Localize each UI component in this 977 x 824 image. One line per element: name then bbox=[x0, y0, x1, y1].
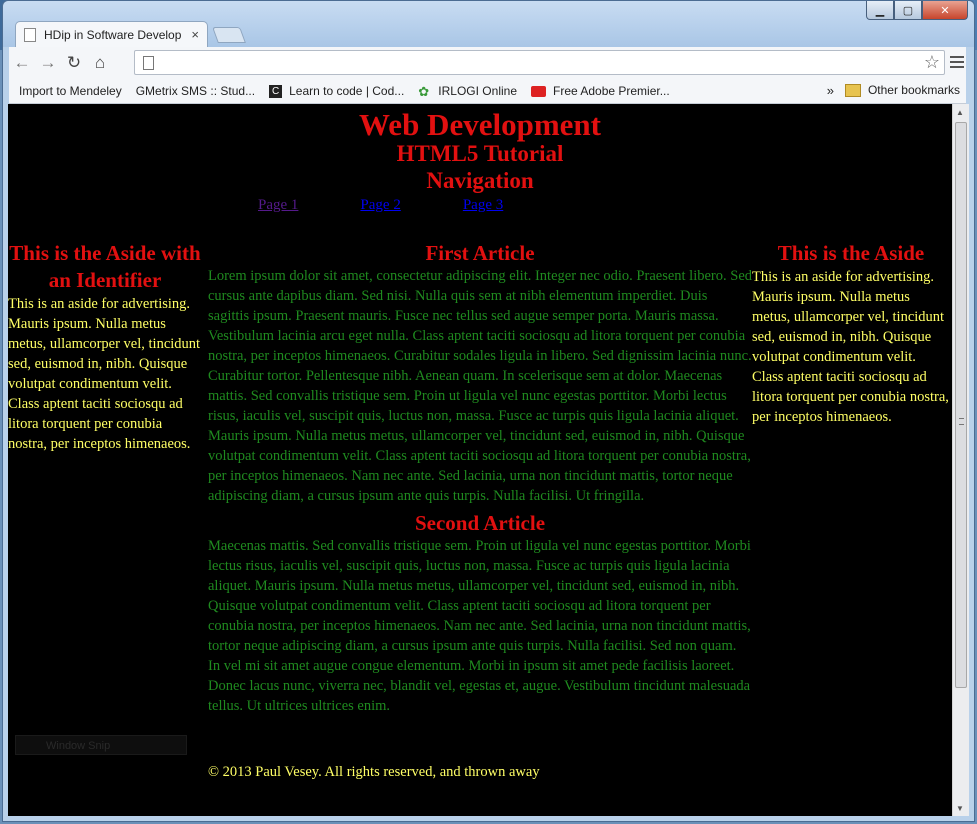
bookmark-label: GMetrix SMS :: Stud... bbox=[135, 84, 256, 98]
aside-left-text: This is an aside for advertising. Mauris… bbox=[8, 296, 201, 452]
browser-tab[interactable]: HDip in Software Develop × bbox=[15, 21, 208, 47]
back-arrow-icon[interactable]: ← bbox=[9, 53, 35, 73]
page-icon bbox=[24, 27, 36, 42]
first-article-title: First Article bbox=[425, 241, 535, 265]
second-article-text: Maecenas mattis. Sed convallis tristique… bbox=[208, 538, 751, 714]
bookmarks-overflow-icon[interactable]: » bbox=[827, 83, 834, 98]
tab-title: HDip in Software Develop bbox=[44, 27, 182, 42]
nav-heading: Navigation bbox=[426, 168, 534, 193]
menu-icon[interactable] bbox=[950, 53, 964, 71]
folder-icon bbox=[844, 83, 861, 97]
scroll-up-icon[interactable]: ▲ bbox=[956, 108, 964, 117]
bookmark-adobe-premier[interactable]: Free Adobe Premier... bbox=[531, 84, 670, 98]
aside-right: This is the Aside This is an aside for a… bbox=[752, 240, 950, 427]
window-controls: ▁ ▢ ✕ bbox=[866, 1, 968, 21]
reload-icon[interactable]: ↻ bbox=[61, 53, 87, 73]
nav-link-page-1[interactable]: Page 1 bbox=[258, 197, 298, 214]
grip-icon bbox=[959, 418, 964, 425]
browser-toolbar: ← → ↻ ⌂ ☆ bbox=[9, 47, 966, 79]
tab-close-icon[interactable]: × bbox=[191, 27, 199, 42]
web-page: Web Development HTML5 Tutorial Navigatio… bbox=[8, 104, 952, 816]
title-bar: ▁ ▢ ✕ HDip in Software Develop × bbox=[3, 1, 974, 47]
star-icon[interactable]: ☆ bbox=[924, 52, 940, 73]
main-content: First Article Lorem ipsum dolor sit amet… bbox=[208, 240, 752, 716]
bookmark-import-to-mendeley[interactable]: Import to Mendeley bbox=[17, 84, 122, 196]
scrollbar-thumb[interactable] bbox=[955, 122, 967, 688]
page-subtitle: HTML5 Tutorial bbox=[396, 141, 564, 166]
aside-left: This is the Aside with an Identifier Thi… bbox=[8, 240, 202, 454]
address-bar[interactable]: ☆ bbox=[134, 50, 945, 75]
aside-right-title: This is the Aside bbox=[777, 241, 925, 265]
first-article-text: Lorem ipsum dolor sit amet, consectetur … bbox=[208, 268, 753, 504]
bookmarks-bar: Import to Mendeley GMetrix SMS :: Stud..… bbox=[9, 79, 966, 196]
home-icon[interactable]: ⌂ bbox=[87, 53, 113, 73]
bookmark-label: IRLOGI Online bbox=[438, 84, 517, 98]
maximize-button[interactable]: ▢ bbox=[894, 1, 922, 20]
nav-link-page-3[interactable]: Page 3 bbox=[463, 197, 503, 214]
page-title: Web Development bbox=[359, 107, 601, 142]
minimize-button[interactable]: ▁ bbox=[866, 1, 894, 20]
bookmark-label: Free Adobe Premier... bbox=[553, 84, 670, 98]
page-footer: © 2013 Paul Vesey. All rights reserved, … bbox=[208, 764, 540, 780]
aside-left-title: This is the Aside with an Identifier bbox=[9, 241, 201, 292]
close-window-button[interactable]: ✕ bbox=[922, 1, 968, 20]
aside-right-text: This is an aside for advertising. Mauris… bbox=[752, 269, 949, 425]
vertical-scrollbar[interactable]: ▲ ▼ bbox=[952, 104, 969, 816]
bookmark-gmetrix[interactable]: GMetrix SMS :: Stud... bbox=[17, 84, 256, 196]
youtube-icon bbox=[531, 85, 546, 97]
window-snip-overlay: Window Snip bbox=[15, 735, 187, 755]
new-tab-button[interactable] bbox=[212, 27, 246, 43]
nav-link-page-2[interactable]: Page 2 bbox=[360, 197, 400, 214]
page-header: Web Development HTML5 Tutorial Navigatio… bbox=[8, 107, 952, 194]
other-bookmarks[interactable]: Other bookmarks bbox=[844, 83, 960, 97]
codecademy-icon: C bbox=[269, 84, 283, 98]
forward-arrow-icon[interactable]: → bbox=[35, 53, 61, 73]
bookmark-label: Learn to code | Cod... bbox=[289, 84, 405, 98]
page-navigation: Page 1 Page 2 Page 3 bbox=[258, 197, 503, 214]
other-bookmarks-label: Other bookmarks bbox=[867, 83, 960, 97]
bookmark-codecademy[interactable]: C Learn to code | Cod... bbox=[269, 84, 404, 98]
gear-icon: ✿ bbox=[418, 83, 430, 99]
bookmark-label: Import to Mendeley bbox=[19, 84, 122, 98]
scroll-down-icon[interactable]: ▼ bbox=[956, 804, 964, 813]
page-icon bbox=[143, 56, 154, 70]
second-article-title: Second Article bbox=[414, 511, 546, 535]
bookmark-irlogi[interactable]: ✿ IRLOGI Online bbox=[418, 84, 517, 98]
